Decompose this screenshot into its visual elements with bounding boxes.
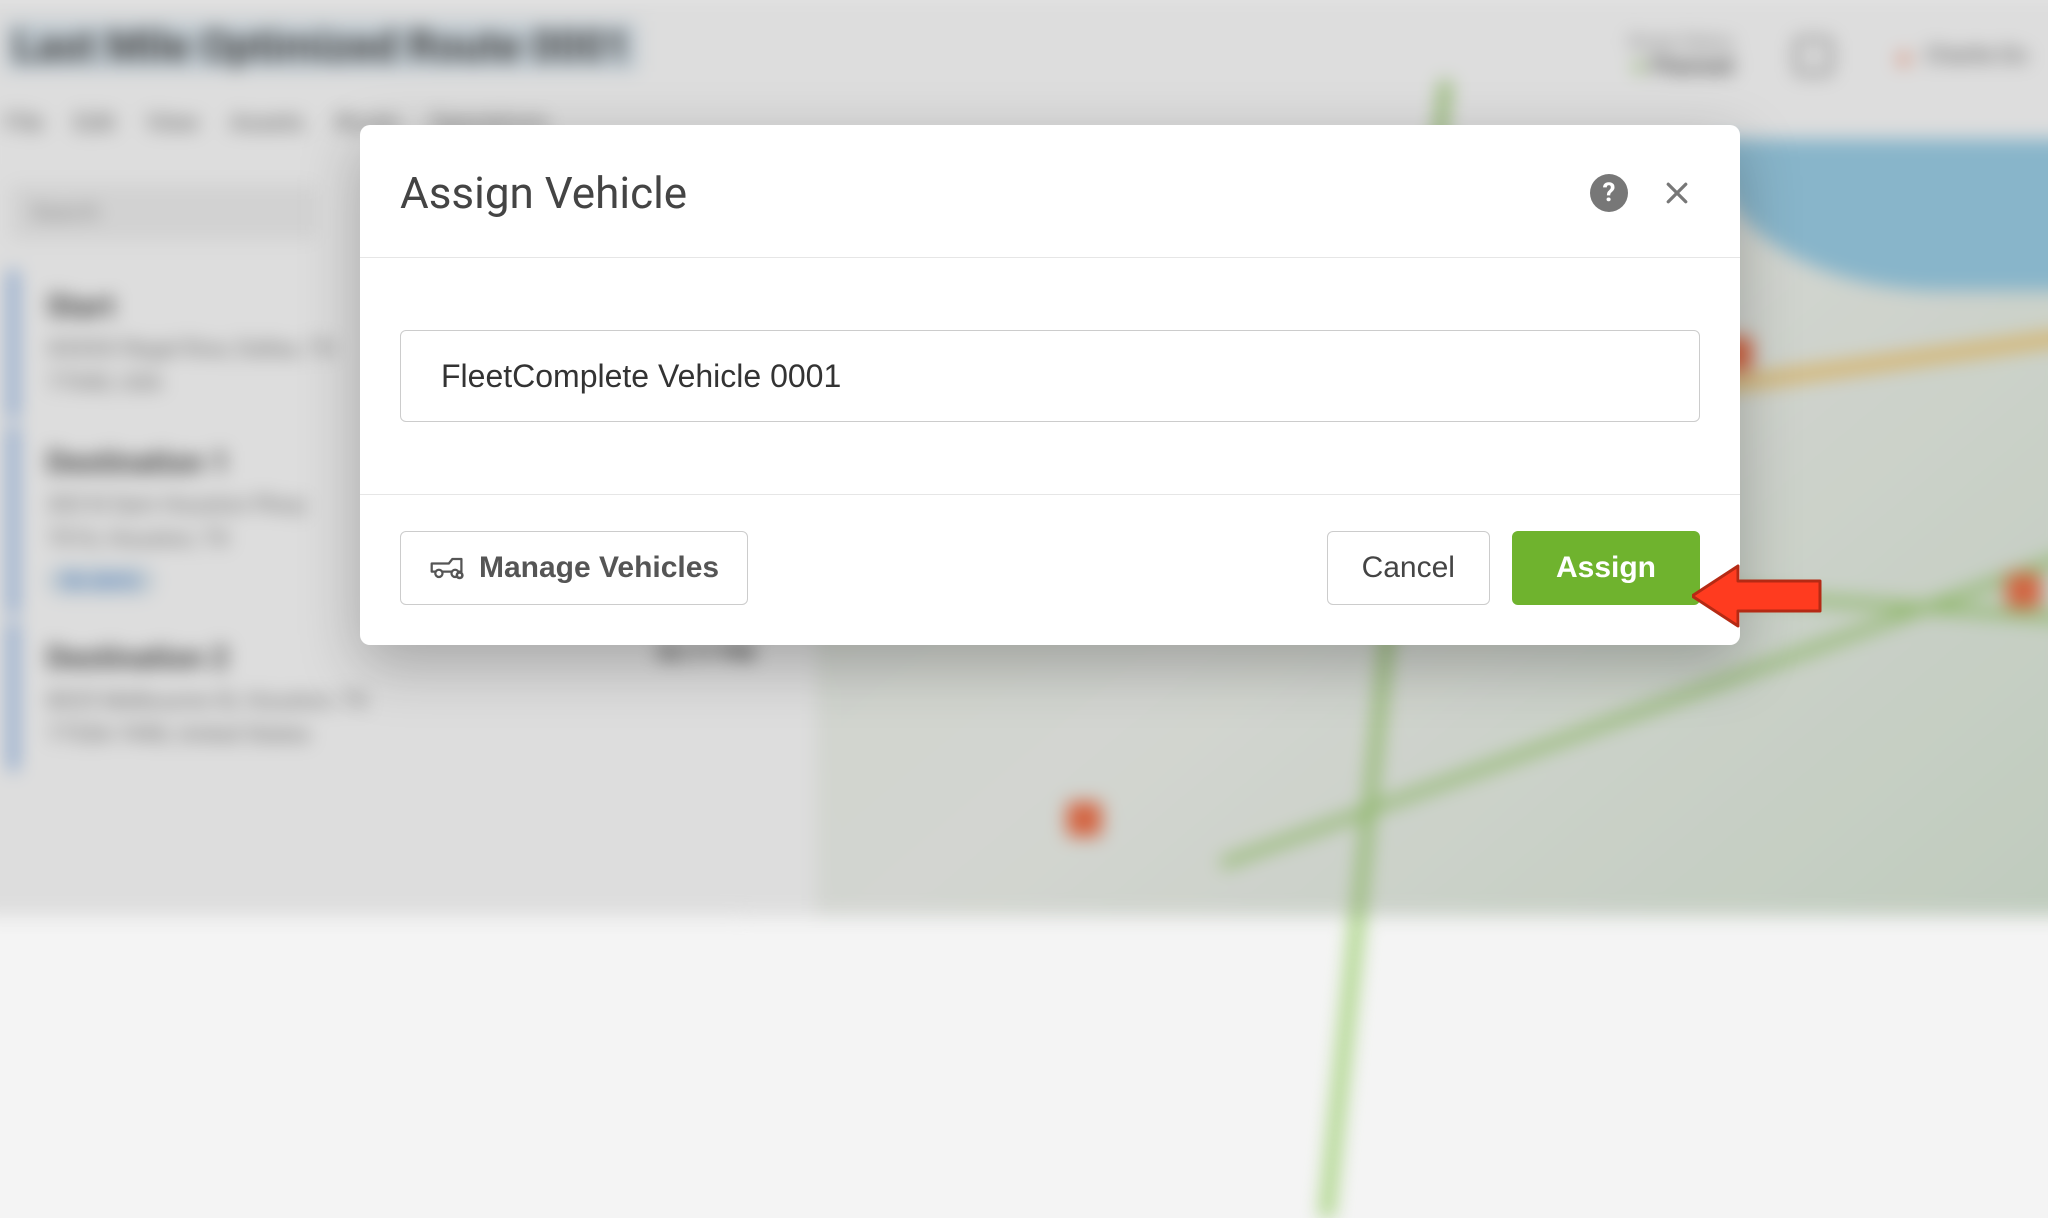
- menu-item: View: [146, 108, 199, 137]
- status-value: ● Planned: [1629, 53, 1734, 80]
- vehicle-gear-icon: [429, 554, 465, 582]
- manage-vehicles-label: Manage Vehicles: [479, 551, 719, 585]
- help-icon[interactable]: ?: [1590, 174, 1628, 212]
- footer-right: Cancel Assign: [1327, 531, 1700, 605]
- bg-search: Search: [10, 185, 316, 240]
- menu-item: Assets: [230, 108, 305, 137]
- modal-header: Assign Vehicle ?: [360, 125, 1740, 258]
- bg-status: Route Status ● Planned ▲Charlie Do: [1629, 32, 2028, 80]
- vehicle-input[interactable]: [400, 330, 1700, 422]
- modal-body: [360, 258, 1740, 495]
- menu-item: Edit: [74, 108, 115, 137]
- modal-header-actions: ?: [1590, 174, 1692, 212]
- modal-footer: Manage Vehicles Cancel Assign: [360, 495, 1740, 645]
- cancel-button[interactable]: Cancel: [1327, 531, 1490, 605]
- manage-vehicles-button[interactable]: Manage Vehicles: [400, 531, 748, 605]
- user-badge: ▲Charlie Do: [1893, 42, 2028, 69]
- page-title: Last Mile Optimized Route 0001: [5, 22, 638, 72]
- close-icon[interactable]: [1662, 178, 1692, 208]
- status-label: Route Status: [1629, 32, 1734, 53]
- assign-button[interactable]: Assign: [1512, 531, 1700, 605]
- bg-header: Last Mile Optimized Route 0001 File Edit…: [0, 0, 2048, 134]
- calendar-icon: [1795, 37, 1832, 74]
- menu-item: File: [5, 108, 43, 137]
- modal-title: Assign Vehicle: [400, 167, 687, 219]
- assign-vehicle-modal: Assign Vehicle ? Manage Vehicles: [360, 125, 1740, 645]
